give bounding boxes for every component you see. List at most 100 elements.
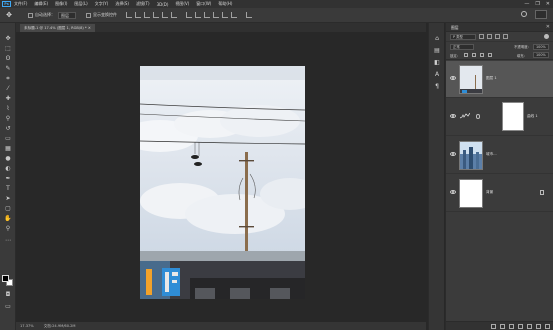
clone-stamp-tool-icon[interactable]: ⚲: [3, 115, 13, 123]
more-tools-icon[interactable]: ⋯: [3, 237, 13, 245]
distribute-vcenter-icon[interactable]: [195, 12, 201, 18]
lock-transparency-icon[interactable]: [464, 53, 469, 57]
layer-row[interactable]: 曲线 1: [446, 99, 553, 136]
document-canvas[interactable]: [140, 66, 305, 299]
canvas-area[interactable]: [16, 32, 426, 322]
eyedropper-tool-icon[interactable]: ⁄: [3, 85, 13, 93]
blur-tool-icon[interactable]: ●: [3, 155, 13, 163]
layer-row[interactable]: 背景: [446, 175, 553, 212]
brush-tool-icon[interactable]: ⌇: [3, 105, 13, 113]
menu-layer[interactable]: 图层(L): [74, 1, 87, 7]
align-left-icon[interactable]: [153, 12, 159, 18]
distribute-right-icon[interactable]: [231, 12, 237, 18]
filter-type-icon[interactable]: [495, 34, 500, 39]
eraser-tool-icon[interactable]: ▭: [3, 135, 13, 143]
blend-mode-dropdown[interactable]: 正常: [450, 43, 474, 50]
paragraph-panel-icon[interactable]: ¶: [433, 83, 441, 90]
filter-shape-icon[interactable]: [503, 34, 508, 39]
menu-3d[interactable]: 3D(D): [157, 2, 169, 7]
distribute-bottom-icon[interactable]: [204, 12, 210, 18]
zoom-readout[interactable]: 17.37%: [20, 322, 34, 330]
menu-help[interactable]: 帮助(H): [218, 1, 232, 7]
menu-type[interactable]: 文字(Y): [95, 1, 109, 7]
path-select-tool-icon[interactable]: ➤: [3, 195, 13, 203]
distribute-hcenter-icon[interactable]: [222, 12, 228, 18]
menu-view[interactable]: 视图(V): [175, 1, 189, 7]
visibility-eye-icon[interactable]: [450, 76, 456, 80]
new-group-icon[interactable]: [527, 323, 532, 329]
menu-file[interactable]: 文件(F): [14, 1, 27, 7]
layer-name[interactable]: 图层 1: [486, 76, 497, 81]
close-button[interactable]: ✕: [546, 1, 550, 7]
lock-all-icon[interactable]: [488, 53, 493, 57]
layer-mask-thumbnail[interactable]: [502, 102, 524, 131]
visibility-eye-icon[interactable]: [450, 190, 456, 194]
align-hcenter-icon[interactable]: [162, 12, 168, 18]
filter-toggle-icon[interactable]: [544, 34, 549, 39]
lock-position-icon[interactable]: [480, 53, 485, 57]
align-right-icon[interactable]: [171, 12, 177, 18]
pen-tool-icon[interactable]: ✒: [3, 175, 13, 183]
layers-panel-title[interactable]: 图层: [446, 23, 553, 32]
distribute-top-icon[interactable]: [186, 12, 192, 18]
move-tool-icon[interactable]: ✥: [3, 35, 13, 43]
healing-brush-tool-icon[interactable]: ✚: [3, 95, 13, 103]
layer-row[interactable]: 城市...: [446, 137, 553, 174]
link-layers-icon[interactable]: [491, 323, 496, 329]
menu-select[interactable]: 选择(S): [115, 1, 129, 7]
layer-name[interactable]: 曲线 1: [527, 114, 538, 119]
layer-name[interactable]: 背景: [486, 190, 493, 195]
align-bottom-icon[interactable]: [144, 12, 150, 18]
menu-edit[interactable]: 编辑(E): [34, 1, 48, 7]
opacity-field[interactable]: 100%: [533, 43, 549, 50]
layer-style-icon[interactable]: [500, 323, 505, 329]
hand-tool-icon[interactable]: ✋: [3, 215, 13, 223]
new-layer-icon[interactable]: [536, 323, 541, 329]
history-panel-icon[interactable]: ⌂: [433, 35, 441, 42]
menu-image[interactable]: 图像(I): [55, 1, 67, 7]
auto-select-checkbox[interactable]: [28, 12, 33, 18]
adjustments-panel-icon[interactable]: ◧: [433, 59, 441, 66]
screen-mode-icon[interactable]: ▭: [3, 303, 13, 311]
search-icon[interactable]: [521, 11, 527, 17]
history-brush-tool-icon[interactable]: ↺: [3, 125, 13, 133]
shape-tool-icon[interactable]: ▢: [3, 205, 13, 213]
new-adjustment-icon[interactable]: [518, 323, 523, 329]
marquee-tool-icon[interactable]: ⬚: [3, 45, 13, 53]
crop-tool-icon[interactable]: ⌗: [3, 75, 13, 83]
layer-name[interactable]: 城市...: [486, 152, 497, 157]
lock-pixels-icon[interactable]: [472, 53, 477, 57]
chain-link-icon[interactable]: [476, 114, 480, 119]
auto-align-icon[interactable]: [246, 12, 252, 18]
gradient-tool-icon[interactable]: ▦: [3, 145, 13, 153]
visibility-eye-icon[interactable]: [450, 114, 456, 118]
fill-field[interactable]: 100%: [533, 52, 549, 58]
minimize-button[interactable]: —: [524, 1, 529, 7]
align-vcenter-icon[interactable]: [135, 12, 141, 18]
distribute-left-icon[interactable]: [213, 12, 219, 18]
filter-pixel-icon[interactable]: [479, 34, 484, 39]
workspace-switcher-icon[interactable]: [535, 10, 547, 19]
add-mask-icon[interactable]: [509, 323, 514, 329]
move-tool-icon[interactable]: ✥: [4, 11, 14, 20]
layer-row[interactable]: 图层 1: [446, 61, 553, 98]
show-transform-checkbox[interactable]: [86, 12, 91, 18]
visibility-eye-icon[interactable]: [450, 152, 456, 156]
quick-mask-icon[interactable]: ◘: [3, 291, 13, 299]
quick-select-tool-icon[interactable]: ✎: [3, 65, 13, 73]
properties-panel-icon[interactable]: ▤: [433, 47, 441, 54]
lasso-tool-icon[interactable]: ʘ: [3, 55, 13, 63]
layer-filter-dropdown[interactable]: P 类型: [450, 33, 476, 40]
type-tool-icon[interactable]: T: [3, 185, 13, 193]
panel-menu-icon[interactable]: ✕: [546, 24, 550, 30]
menu-window[interactable]: 窗口(W): [196, 1, 211, 7]
filter-adjustment-icon[interactable]: [487, 34, 492, 39]
delete-layer-icon[interactable]: [545, 323, 550, 329]
zoom-tool-icon[interactable]: ⚲: [3, 225, 13, 233]
foreground-color-swatch[interactable]: [2, 275, 9, 282]
auto-select-dropdown[interactable]: 图层: [58, 11, 76, 19]
dodge-tool-icon[interactable]: ◐: [3, 165, 13, 173]
character-panel-icon[interactable]: A: [433, 71, 441, 78]
menu-filter[interactable]: 滤镜(T): [136, 1, 150, 7]
align-top-icon[interactable]: [126, 12, 132, 18]
